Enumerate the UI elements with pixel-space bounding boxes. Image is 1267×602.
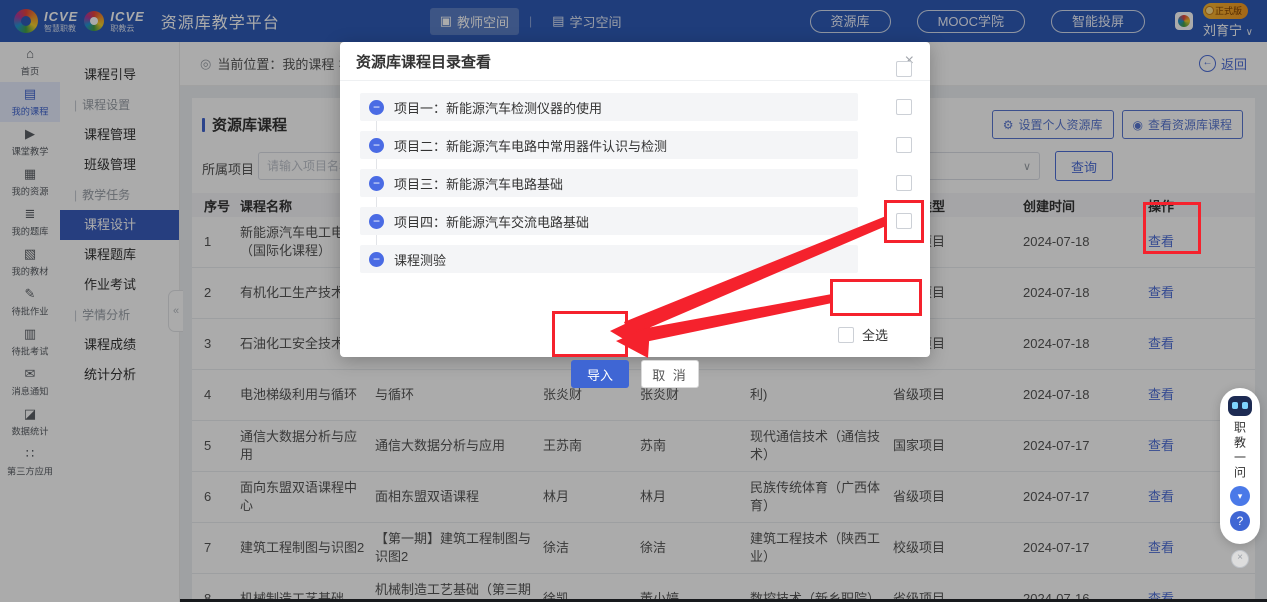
catalog-item-4: −项目四：新能源汽车交流电路基础 [360, 207, 858, 235]
select-all-checkbox[interactable] [838, 327, 854, 343]
catalog-item-label: 项目三：新能源汽车电路基础 [394, 174, 563, 193]
catalog-item-checkbox[interactable] [896, 137, 912, 153]
catalog-item-label: 项目二：新能源汽车电路中常用器件认识与检测 [394, 136, 667, 155]
catalog-item-label: 项目四：新能源汽车交流电路基础 [394, 212, 589, 231]
catalog-item-3: −项目三：新能源汽车电路基础 [360, 169, 858, 197]
collapse-minus-icon[interactable]: − [369, 252, 384, 267]
collapse-minus-icon[interactable]: − [369, 100, 384, 115]
catalog-item-1: −项目一：新能源汽车检测仪器的使用 [360, 93, 858, 121]
collapse-minus-icon[interactable]: − [369, 176, 384, 191]
select-all-label: 全选 [862, 325, 888, 344]
catalog-item-checkbox[interactable] [896, 99, 912, 115]
chevron-down-icon[interactable]: ▾ [1230, 486, 1250, 506]
assistant-widget[interactable]: 职教一问 ▾ ? [1220, 388, 1260, 544]
catalog-item-checkbox[interactable] [896, 61, 912, 77]
assistant-close-icon[interactable]: × [1231, 550, 1249, 568]
catalog-item-label: 课程测验 [394, 250, 446, 269]
catalog-item-2: −项目二：新能源汽车电路中常用器件认识与检测 [360, 131, 858, 159]
modal-title: 资源库课程目录查看 [356, 51, 491, 72]
collapse-minus-icon[interactable]: − [369, 214, 384, 229]
catalog-item-checkbox[interactable] [896, 213, 912, 229]
assistant-label: 职教一问 [1232, 421, 1249, 481]
catalog-item-checkbox[interactable] [896, 175, 912, 191]
collapse-minus-icon[interactable]: − [369, 138, 384, 153]
import-button[interactable]: 导入 [571, 360, 629, 388]
select-all-control[interactable]: 全选 [838, 325, 888, 344]
catalog-modal: 资源库课程目录查看 × −项目一：新能源汽车检测仪器的使用−项目二：新能源汽车电… [340, 42, 930, 357]
robot-icon [1228, 396, 1252, 416]
cancel-button[interactable]: 取 消 [641, 360, 699, 388]
help-icon[interactable]: ? [1230, 511, 1250, 531]
catalog-item-label: 项目一：新能源汽车检测仪器的使用 [394, 98, 602, 117]
catalog-item-5: −课程测验 [360, 245, 858, 273]
